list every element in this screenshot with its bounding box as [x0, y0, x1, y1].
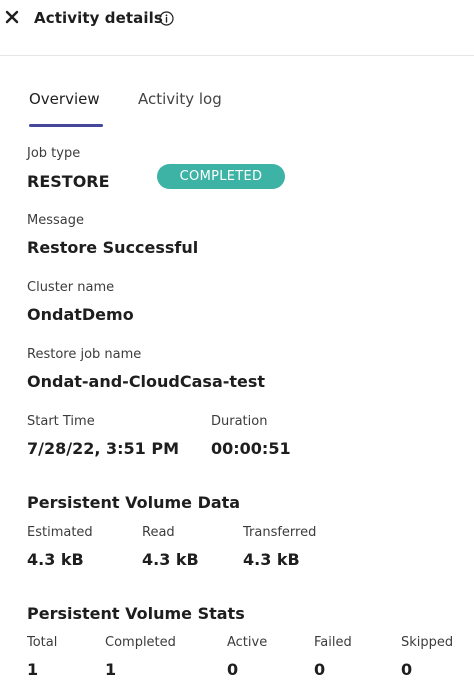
cluster-name-label: Cluster name — [27, 280, 115, 295]
status-badge: COMPLETED — [157, 164, 285, 189]
close-icon[interactable] — [5, 9, 19, 25]
message-label: Message — [27, 213, 84, 228]
job-type-label: Job type — [27, 146, 81, 161]
panel-header: Activity details — [0, 0, 474, 56]
estimated-value: 4.3 kB — [27, 550, 84, 569]
panel-title: Activity details — [34, 9, 163, 27]
info-icon[interactable] — [159, 11, 174, 26]
restore-job-name-value: Ondat-and-CloudCasa-test — [27, 372, 266, 391]
job-type-value: RESTORE — [27, 172, 110, 191]
start-time-label: Start Time — [27, 414, 95, 429]
active-label: Active — [227, 635, 268, 650]
message-value: Restore Successful — [27, 238, 199, 257]
read-value: 4.3 kB — [142, 550, 199, 569]
total-value: 1 — [27, 660, 39, 679]
estimated-label: Estimated — [27, 525, 93, 540]
volume-data-title: Persistent Volume Data — [27, 493, 241, 512]
transferred-label: Transferred — [243, 525, 317, 540]
total-label: Total — [27, 635, 58, 650]
duration-value: 00:00:51 — [211, 439, 291, 458]
cluster-name-value: OndatDemo — [27, 305, 134, 324]
skipped-value: 0 — [401, 660, 413, 679]
active-tab-indicator — [29, 124, 103, 127]
failed-label: Failed — [314, 635, 352, 650]
duration-label: Duration — [211, 414, 268, 429]
completed-value: 1 — [105, 660, 117, 679]
failed-value: 0 — [314, 660, 326, 679]
read-label: Read — [142, 525, 175, 540]
tab-overview[interactable]: Overview — [29, 90, 100, 108]
tab-activity-log[interactable]: Activity log — [138, 90, 222, 108]
transferred-value: 4.3 kB — [243, 550, 300, 569]
active-value: 0 — [227, 660, 239, 679]
volume-stats-title: Persistent Volume Stats — [27, 604, 245, 623]
start-time-value: 7/28/22, 3:51 PM — [27, 439, 180, 458]
skipped-label: Skipped — [401, 635, 454, 650]
restore-job-name-label: Restore job name — [27, 347, 142, 362]
completed-label: Completed — [105, 635, 176, 650]
